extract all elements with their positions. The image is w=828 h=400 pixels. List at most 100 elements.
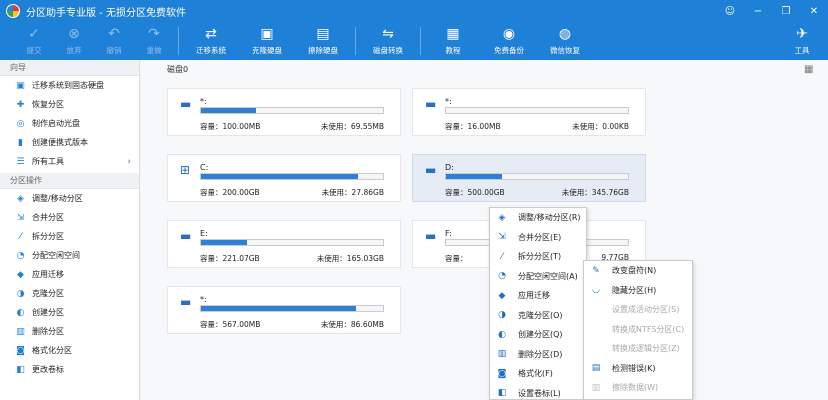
feedback-icon[interactable]: ☺: [716, 0, 744, 22]
sidebar-item-migrate-ssd[interactable]: ▣ 迁移系统到固态硬盘: [0, 76, 139, 95]
title-bar: 分区助手专业版 - 无损分区免费软件 ☺ − ❐ ✕: [0, 0, 828, 22]
submenu-item-convert-ntfs[interactable]: 转换成NTFS分区(C): [584, 320, 692, 340]
allocate-icon: ◔: [498, 271, 506, 282]
maximize-icon[interactable]: ❐: [772, 0, 800, 22]
window-controls: ☺ − ❐ ✕: [716, 0, 828, 22]
drive-icon: ▬: [425, 229, 437, 243]
sidebar-item-change-label[interactable]: ◧ 更改卷标: [0, 360, 139, 379]
app-move-icon: ◆: [17, 269, 24, 280]
clone-partition-icon: ◑: [498, 310, 506, 321]
partition-free: 未使用：86.60MB: [320, 320, 384, 329]
sidebar-item-boot-disc[interactable]: ◎ 制作启动光盘: [0, 114, 139, 133]
sidebar-item-resize[interactable]: ◈ 调整/移动分区: [0, 189, 139, 208]
format-icon: ◙: [16, 345, 25, 356]
partition-capacity: 容量：100.00MB: [200, 122, 261, 131]
menu-item-merge[interactable]: ⇲ 合并分区(E): [490, 228, 586, 248]
wechat-recover-button[interactable]: ◍ 微信恢复: [537, 22, 593, 60]
migrate-os-button[interactable]: ⇄ 迁移系统: [183, 22, 239, 60]
menu-item-split[interactable]: ⁄ 拆分分区(T): [490, 247, 586, 267]
sidebar-item-split[interactable]: ⁄ 拆分分区: [0, 227, 139, 246]
label-icon: ◧: [497, 388, 507, 399]
partition-name: *:: [200, 295, 207, 304]
menu-item-resize[interactable]: ◈ 调整/移动分区(R): [490, 208, 586, 228]
submenu-item-check-errors[interactable]: ▤ 检测错误(K): [584, 359, 692, 379]
partition-free: 未使用：0.00KB: [572, 122, 629, 131]
sidebar-item-recover-partition[interactable]: ✚ 恢复分区: [0, 95, 139, 114]
check-icon: ✓: [28, 26, 40, 42]
usage-bar-fill: [446, 174, 503, 179]
minimize-icon[interactable]: −: [744, 0, 772, 22]
sidebar-item-allocate[interactable]: ◔ 分配空闲空间: [0, 246, 139, 265]
commit-button[interactable]: ✓ 提交: [14, 22, 54, 60]
wipe-disk-button[interactable]: ▤ 擦除硬盘: [295, 22, 351, 60]
sidebar-item-portable[interactable]: ▮ 创建便携式版本: [0, 133, 139, 152]
menu-item-allocate[interactable]: ◔ 分配空闲空间(A): [490, 267, 586, 287]
ops-section-title: 分区操作: [0, 173, 139, 189]
redo-button[interactable]: ↷ 重做: [134, 22, 174, 60]
migrate-os-icon: ⇄: [205, 26, 217, 42]
undo-button[interactable]: ↶ 撤销: [94, 22, 134, 60]
usage-bar: [200, 305, 384, 312]
sidebar-item-format[interactable]: ◙ 格式化分区: [0, 341, 139, 360]
windows-drive-icon: ⊞: [180, 163, 191, 177]
sidebar-item-clone-partition[interactable]: ◑ 克隆分区: [0, 284, 139, 303]
menu-item-clone[interactable]: ◑ 克隆分区(O): [490, 306, 586, 326]
partition-free: 未使用：345.76GB: [561, 188, 629, 197]
partition-card-selected[interactable]: ▬ D: 容量：500.00GB 未使用：345.76GB: [412, 154, 646, 202]
app-move-icon: ◆: [498, 290, 506, 301]
chevron-right-icon: ›: [127, 156, 131, 167]
sidebar-item-app-move[interactable]: ◆ 应用迁移: [0, 265, 139, 284]
clone-partition-icon: ◑: [16, 288, 25, 299]
partition-card[interactable]: ▬ *: 容量：567.00MB 未使用：86.60MB: [167, 286, 401, 334]
discard-button[interactable]: ⊗ 放弃: [54, 22, 94, 60]
submenu-item-convert-logical[interactable]: 转换成逻辑分区(Z): [584, 339, 692, 359]
usage-bar: [200, 107, 384, 114]
tools-icon: ✈: [796, 26, 808, 42]
disk-convert-button[interactable]: ⇋ 磁盘转换: [360, 22, 416, 60]
toolbar-separator: [355, 27, 356, 55]
tutorial-button[interactable]: ▦ 教程: [425, 22, 481, 60]
submenu-item-wipe-data[interactable]: ▥ 擦除数据(W): [584, 378, 692, 398]
clone-disk-button[interactable]: ▣ 克隆硬盘: [239, 22, 295, 60]
drive-icon: ▬: [425, 163, 437, 177]
disk-convert-icon: ⇋: [382, 26, 394, 42]
menu-item-delete[interactable]: ▥ 删除分区(D): [490, 345, 586, 365]
check-disk-icon: ▤: [591, 363, 601, 374]
submenu-item-hide[interactable]: ◡ 隐藏分区(H): [584, 281, 692, 301]
menu-item-create[interactable]: ◐ 创建分区(Q): [490, 325, 586, 345]
submenu-item-change-letter[interactable]: ✎ 改变盘符(N): [584, 261, 692, 281]
menu-item-format[interactable]: ◙ 格式化(F): [490, 364, 586, 384]
sidebar-item-delete-partition[interactable]: ▥ 删除分区: [0, 322, 139, 341]
partition-card[interactable]: ▬ *: 容量：100.00MB 未使用：69.55MB: [167, 88, 401, 136]
partition-card[interactable]: ▬ *: 容量：16.00MB 未使用：0.00KB: [412, 88, 646, 136]
sidebar-item-create-partition[interactable]: ◐ 创建分区: [0, 303, 139, 322]
sidebar-item-all-tools[interactable]: ☰ 所有工具 ›: [0, 152, 139, 171]
delete-partition-icon: ▥: [497, 349, 507, 360]
partition-card[interactable]: ⊞ C: 容量：200.00GB 未使用：27.86GB: [167, 154, 401, 202]
cancel-icon: ⊗: [68, 26, 80, 42]
partition-name: C:: [200, 163, 209, 172]
close-icon[interactable]: ✕: [800, 0, 828, 22]
allocate-icon: ◔: [16, 250, 25, 261]
partition-capacity: 容量：500.00GB: [445, 188, 505, 197]
partition-free: 未使用：27.86GB: [321, 188, 384, 197]
sidebar-item-merge[interactable]: ⇲ 合并分区: [0, 208, 139, 227]
app-logo-icon: [6, 4, 20, 18]
partition-capacity: 容量：221.07GB: [200, 254, 260, 263]
submenu-item-set-active[interactable]: 设置成活动分区(S): [584, 300, 692, 320]
view-toggle-icon[interactable]: ▦: [804, 65, 814, 75]
menu-item-app-move[interactable]: ◆ 应用迁移: [490, 286, 586, 306]
recover-partition-icon: ✚: [16, 99, 25, 110]
usage-bar-fill: [201, 174, 358, 179]
tools-button[interactable]: ✈ 工具: [782, 22, 822, 60]
free-backup-button[interactable]: ◉ 免费备份: [481, 22, 537, 60]
partition-card[interactable]: ▬ E: 容量：221.07GB 未使用：165.03GB: [167, 220, 401, 268]
toolbar: ✓ 提交 ⊗ 放弃 ↶ 撤销 ↷ 重做 ⇄ 迁移系统 ▣ 克隆硬盘 ▤ 擦除硬盘…: [0, 22, 828, 60]
guide-section-title: 向导: [0, 60, 139, 76]
delete-partition-icon: ▥: [16, 326, 25, 337]
format-icon: ◙: [497, 368, 507, 379]
resize-icon: ◈: [17, 193, 24, 204]
menu-item-set-label[interactable]: ◧ 设置卷标(L): [490, 384, 586, 400]
redo-icon: ↷: [148, 26, 160, 42]
partition-name: E:: [200, 229, 208, 238]
